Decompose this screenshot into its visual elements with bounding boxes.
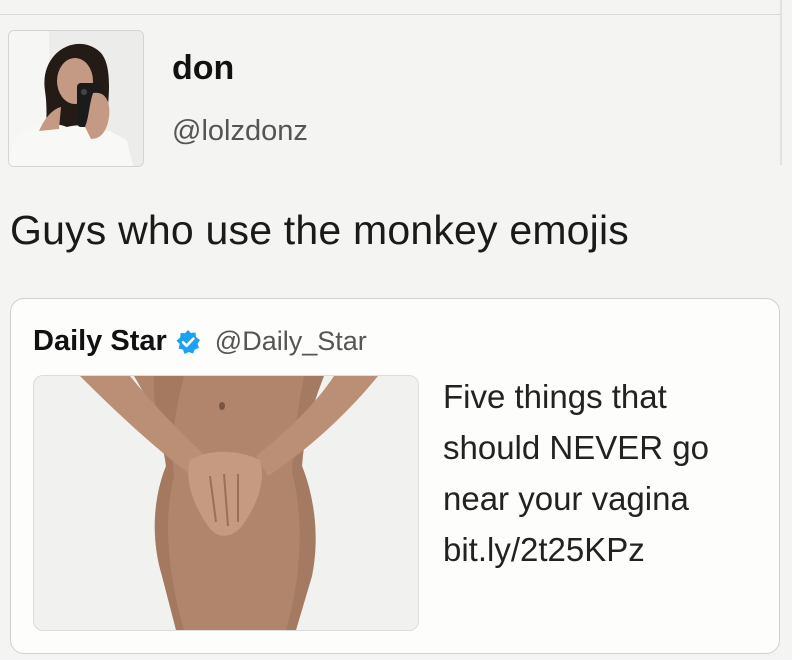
quoted-text-line: should NEVER go (443, 429, 709, 466)
quoted-display-name[interactable]: Daily Star (33, 325, 167, 358)
quoted-text-line: near your vagina (443, 480, 689, 517)
quoted-tweet-text: Five things that should NEVER go near yo… (443, 371, 773, 575)
quoted-tweet-image[interactable] (33, 375, 419, 631)
quoted-text-line: Five things that (443, 378, 667, 415)
quoted-tweet-card[interactable]: Daily Star @Daily_Star Five things that … (10, 298, 780, 654)
tweet-text: Guys who use the monkey emojis (10, 207, 629, 253)
user-handle[interactable]: @lolzdonz (172, 115, 308, 148)
quoted-link[interactable]: bit.ly/2t25KPz (443, 524, 773, 575)
verified-badge-icon (175, 329, 201, 355)
quoted-tweet-header: Daily Star @Daily_Star (33, 325, 367, 358)
top-divider (0, 14, 780, 15)
right-edge-divider (780, 0, 782, 165)
quoted-user-handle[interactable]: @Daily_Star (215, 326, 367, 357)
avatar[interactable] (8, 30, 144, 167)
display-name[interactable]: don (172, 49, 234, 88)
